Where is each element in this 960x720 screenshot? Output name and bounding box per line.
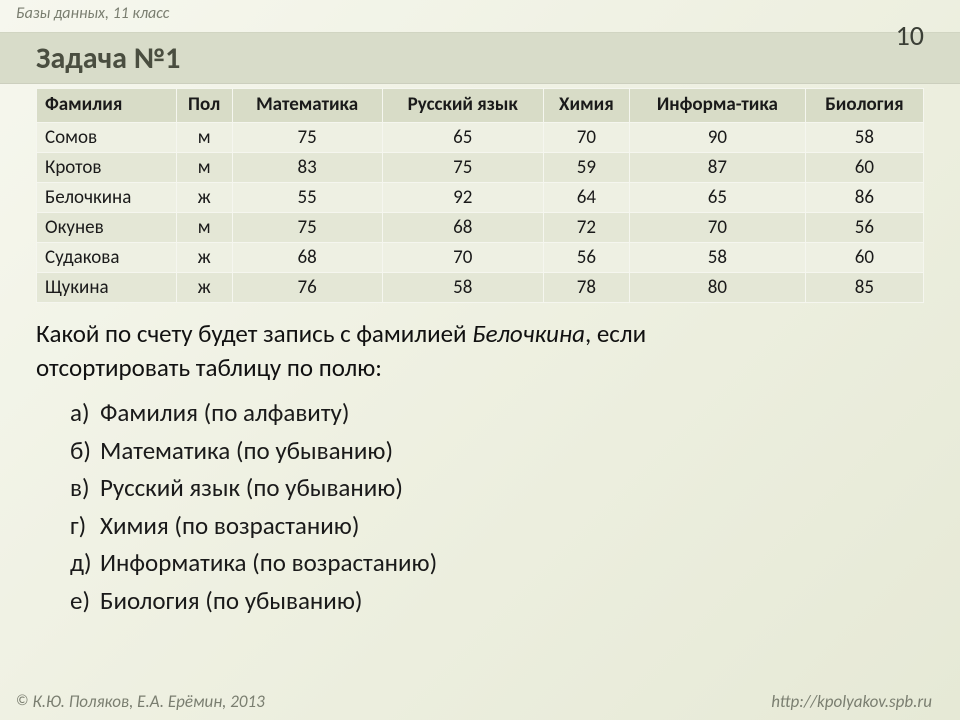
table-body: Сомовм7565709058Кротовм8375598760Белочки…	[37, 122, 924, 302]
table-cell: 65	[629, 182, 805, 212]
table-row: Судаковаж6870565860	[37, 242, 924, 272]
copyright-icon: ©	[16, 692, 29, 710]
table-cell: 59	[543, 152, 629, 182]
table-header-row: Фамилия Пол Математика Русский язык Хими…	[37, 89, 924, 123]
table-cell: 55	[232, 182, 382, 212]
table-cell: 86	[805, 182, 923, 212]
option-item: б)Математика (по убыванию)	[70, 432, 924, 470]
footer: © К.Ю. Поляков, Е.А. Ерёмин, 2013 http:/…	[0, 688, 960, 720]
q-part1b: , если	[585, 318, 646, 349]
option-letter: б)	[70, 432, 100, 470]
q-part2: отсортировать таблицу по полю:	[36, 352, 382, 383]
table-cell: 64	[543, 182, 629, 212]
option-item: д)Информатика (по возрастанию)	[70, 544, 924, 582]
option-item: е)Биология (по убыванию)	[70, 582, 924, 620]
table-cell: м	[176, 122, 232, 152]
table-cell: 60	[805, 152, 923, 182]
option-text: Информатика (по возрастанию)	[100, 544, 437, 582]
table-cell: 87	[629, 152, 805, 182]
table-cell: Щукина	[37, 272, 177, 302]
table-cell: 68	[382, 212, 543, 242]
option-text: Биология (по убыванию)	[100, 582, 362, 620]
table-cell: 70	[382, 242, 543, 272]
table-cell: 58	[805, 122, 923, 152]
footer-url: http://kpolyakov.spb.ru	[771, 691, 932, 712]
option-text: Математика (по убыванию)	[100, 432, 393, 470]
option-item: г)Химия (по возрастанию)	[70, 507, 924, 545]
table-cell: 75	[382, 152, 543, 182]
option-text: Фамилия (по алфавиту)	[100, 394, 349, 432]
th-chem: Химия	[543, 89, 629, 123]
table-cell: 58	[382, 272, 543, 302]
th-bio: Биология	[805, 89, 923, 123]
table-cell: 72	[543, 212, 629, 242]
table-cell: 76	[232, 272, 382, 302]
option-item: в)Русский язык (по убыванию)	[70, 469, 924, 507]
table-cell: 90	[629, 122, 805, 152]
th-russian: Русский язык	[382, 89, 543, 123]
table-cell: 80	[629, 272, 805, 302]
table-row: Кротовм8375598760	[37, 152, 924, 182]
table-cell: м	[176, 212, 232, 242]
page-number: 10	[896, 18, 924, 53]
option-letter: д)	[70, 544, 100, 582]
table-cell: Кротов	[37, 152, 177, 182]
table-cell: 70	[629, 212, 805, 242]
option-letter: а)	[70, 394, 100, 432]
table-cell: 78	[543, 272, 629, 302]
table-cell: 75	[232, 122, 382, 152]
table-cell: 65	[382, 122, 543, 152]
table-cell: 68	[232, 242, 382, 272]
table-cell: 60	[805, 242, 923, 272]
table-cell: Судакова	[37, 242, 177, 272]
th-gender: Пол	[176, 89, 232, 123]
table-row: Окуневм7568727056	[37, 212, 924, 242]
table-row: Белочкинаж5592646586	[37, 182, 924, 212]
table-cell: 70	[543, 122, 629, 152]
th-math: Математика	[232, 89, 382, 123]
table-row: Щукинаж7658788085	[37, 272, 924, 302]
q-emph: Белочкина	[472, 318, 585, 349]
copyright-text: К.Ю. Поляков, Е.А. Ерёмин, 2013	[33, 691, 265, 712]
content-area: Фамилия Пол Математика Русский язык Хими…	[0, 84, 960, 619]
table-cell: 85	[805, 272, 923, 302]
grades-table: Фамилия Пол Математика Русский язык Хими…	[36, 88, 924, 303]
table-row: Сомовм7565709058	[37, 122, 924, 152]
th-surname: Фамилия	[37, 89, 177, 123]
option-item: а)Фамилия (по алфавиту)	[70, 394, 924, 432]
table-cell: м	[176, 152, 232, 182]
options-list: а)Фамилия (по алфавиту)б)Математика (по …	[36, 394, 924, 619]
option-letter: в)	[70, 469, 100, 507]
question-text: Какой по счету будет запись с фамилией Б…	[36, 317, 924, 385]
table-cell: Окунев	[37, 212, 177, 242]
table-cell: ж	[176, 182, 232, 212]
table-cell: 75	[232, 212, 382, 242]
subject-label: Базы данных, 11 класс	[16, 4, 169, 23]
option-text: Химия (по возрастанию)	[100, 507, 359, 545]
table-cell: 92	[382, 182, 543, 212]
table-cell: ж	[176, 272, 232, 302]
table-cell: 58	[629, 242, 805, 272]
th-inform: Информа-тика	[629, 89, 805, 123]
table-cell: Сомов	[37, 122, 177, 152]
table-cell: Белочкина	[37, 182, 177, 212]
table-cell: 56	[543, 242, 629, 272]
table-cell: 56	[805, 212, 923, 242]
option-letter: г)	[70, 507, 100, 545]
table-cell: 83	[232, 152, 382, 182]
header-band: Базы данных, 11 класс	[0, 0, 960, 26]
option-letter: е)	[70, 582, 100, 620]
q-part1: Какой по счету будет запись с фамилией	[36, 318, 472, 349]
table-cell: ж	[176, 242, 232, 272]
page-title: Задача №1	[36, 40, 180, 77]
copyright: © К.Ю. Поляков, Е.А. Ерёмин, 2013	[16, 691, 265, 712]
title-bar: Задача №1	[0, 32, 960, 84]
option-text: Русский язык (по убыванию)	[100, 469, 403, 507]
